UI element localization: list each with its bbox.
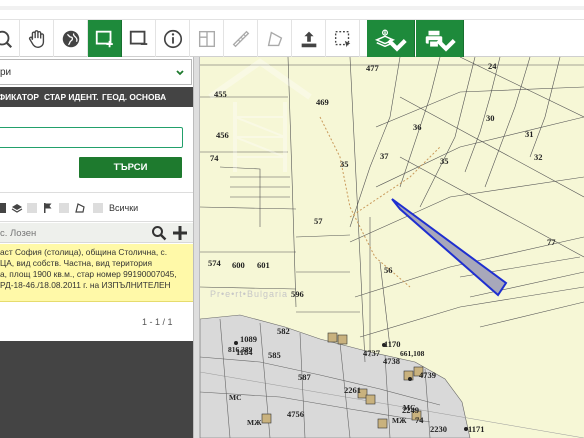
parcel-label: 74 xyxy=(210,153,219,163)
parcel-label: 24 xyxy=(488,61,497,71)
parcel-label: 2261 xyxy=(344,385,361,395)
parcel-label: 574 xyxy=(208,258,221,268)
parcel-label: 469 xyxy=(316,97,329,107)
panel-resize-handle[interactable] xyxy=(193,57,200,438)
upload-icon[interactable] xyxy=(292,20,326,57)
parcel-label: 35 xyxy=(440,156,449,166)
cadastral-map[interactable]: Pr•e•rt•Bulgaria 477 24 455 469 36 30 31 456 37 3… xyxy=(200,57,584,438)
parcel-label: 661,108 xyxy=(400,349,425,358)
parcel-label: 585 xyxy=(268,350,281,360)
parcel-label: 587 xyxy=(298,372,311,382)
parcel-label: 56 xyxy=(384,265,393,275)
parcel-label: 32 xyxy=(534,152,543,162)
parcel-label: МЖ xyxy=(392,416,407,425)
search-button[interactable]: ТЪРСИ xyxy=(79,157,182,178)
filter-object-icon[interactable] xyxy=(58,202,70,214)
filter-parcel-icon[interactable] xyxy=(0,202,9,214)
layer-select[interactable]: ри xyxy=(0,59,192,85)
measure-area-icon[interactable] xyxy=(258,20,292,57)
parcel-label: 30 xyxy=(486,113,495,123)
filter-flag-icon[interactable] xyxy=(42,202,54,214)
parcel-label: 600 xyxy=(232,260,245,270)
search-tabs: ФИКАТОР СТАР ИДЕНТ. ГЕОД. ОСНОВА xyxy=(0,87,193,107)
parcel-label: 1089 xyxy=(240,334,257,344)
chevron-down-icon xyxy=(436,39,456,52)
parcel-label: 1171 xyxy=(468,424,485,434)
parcel-label: МЖ xyxy=(247,418,262,427)
pan-hand-icon[interactable] xyxy=(20,20,54,57)
info-icon[interactable] xyxy=(156,20,190,57)
result-line: РД-18-46./18.08.2011 г. на ИЗПЪЛНИТЕЛЕН xyxy=(0,280,171,290)
result-item[interactable]: аст София (столица), община Столична, с.… xyxy=(0,244,193,302)
parcel-label: 1170 xyxy=(384,339,401,349)
parcel-label: 596 xyxy=(291,289,304,299)
panel-footer xyxy=(0,341,193,438)
result-line: а, площ 1900 кв.м., стар номер 991900070… xyxy=(0,269,177,279)
print-menu-button[interactable] xyxy=(416,20,464,57)
top-strip xyxy=(0,0,584,20)
parcel-label: МС xyxy=(229,393,242,402)
results-header: с. Лозен xyxy=(0,223,193,243)
filter-area-icon[interactable] xyxy=(74,202,86,214)
parcel-label: 582 xyxy=(277,326,290,336)
parcel-label: 816,389 xyxy=(228,345,253,354)
parcel-label: 37 xyxy=(380,151,389,161)
filter-all-label[interactable]: Всички xyxy=(109,203,138,213)
parcel-label: 35 xyxy=(340,159,349,169)
pager: 1 - 1 / 1 xyxy=(142,317,173,327)
divider xyxy=(0,221,193,222)
select-area-icon[interactable] xyxy=(88,20,122,57)
result-line: аст София (столица), община Столична, с. xyxy=(0,247,168,257)
select-box-icon[interactable] xyxy=(326,20,360,57)
search-icon[interactable] xyxy=(151,225,167,241)
layers-menu-button[interactable] xyxy=(367,20,415,57)
tab-classifier[interactable]: ФИКАТОР xyxy=(0,92,39,102)
parcel-label: 477 xyxy=(366,63,379,73)
zoom-icon[interactable] xyxy=(0,20,20,57)
chevron-down-icon xyxy=(387,39,407,52)
deselect-area-icon[interactable] xyxy=(122,20,156,57)
parcel-label: 4739 xyxy=(419,370,436,380)
divider xyxy=(0,192,193,193)
parcel-label: 36 xyxy=(413,122,422,132)
result-line: ЦА, вид собств. Частна, вид територия xyxy=(0,258,153,268)
parcel-label: 455 xyxy=(214,89,227,99)
parcel-label: 74 xyxy=(415,415,424,425)
parcel-label: 31 xyxy=(525,129,534,139)
object-type-filters: Всички xyxy=(0,200,193,216)
tab-old-identifier[interactable]: СТАР ИДЕНТ. xyxy=(44,92,99,102)
filter-layers-icon[interactable] xyxy=(11,202,23,214)
parcel-label: 57 xyxy=(314,216,323,226)
parcel-label: МС xyxy=(403,403,416,412)
scroll-bar[interactable] xyxy=(0,6,584,10)
search-panel: ри ФИКАТОР СТАР ИДЕНТ. ГЕОД. ОСНОВА ТЪРС… xyxy=(0,57,193,438)
globe-icon[interactable] xyxy=(54,20,88,57)
layer-select-value: ри xyxy=(0,67,12,78)
search-input[interactable] xyxy=(0,127,183,148)
parcel-label: 456 xyxy=(216,130,229,140)
measure-ruler-icon[interactable] xyxy=(224,20,258,57)
filter-all-icon[interactable] xyxy=(92,202,104,214)
tab-geodetic-base[interactable]: ГЕОД. ОСНОВА xyxy=(102,92,166,102)
parcel-label: 601 xyxy=(257,260,270,270)
parcel-label: 4738 xyxy=(383,356,400,366)
add-icon[interactable] xyxy=(170,223,190,243)
parcel-label: 4737 xyxy=(363,348,380,358)
parcel-label: 77 xyxy=(547,237,556,247)
filter-building-icon[interactable] xyxy=(26,202,38,214)
watermark-text: Pr•e•rt•Bulgaria xyxy=(210,289,288,299)
parcel-label: 4756 xyxy=(287,409,304,419)
coordinates-icon[interactable] xyxy=(190,20,224,57)
parcel-label: 2230 xyxy=(430,424,447,434)
results-filter-text: с. Лозен xyxy=(0,228,37,239)
map-toolbar xyxy=(0,20,584,57)
chevron-down-icon xyxy=(176,70,184,76)
